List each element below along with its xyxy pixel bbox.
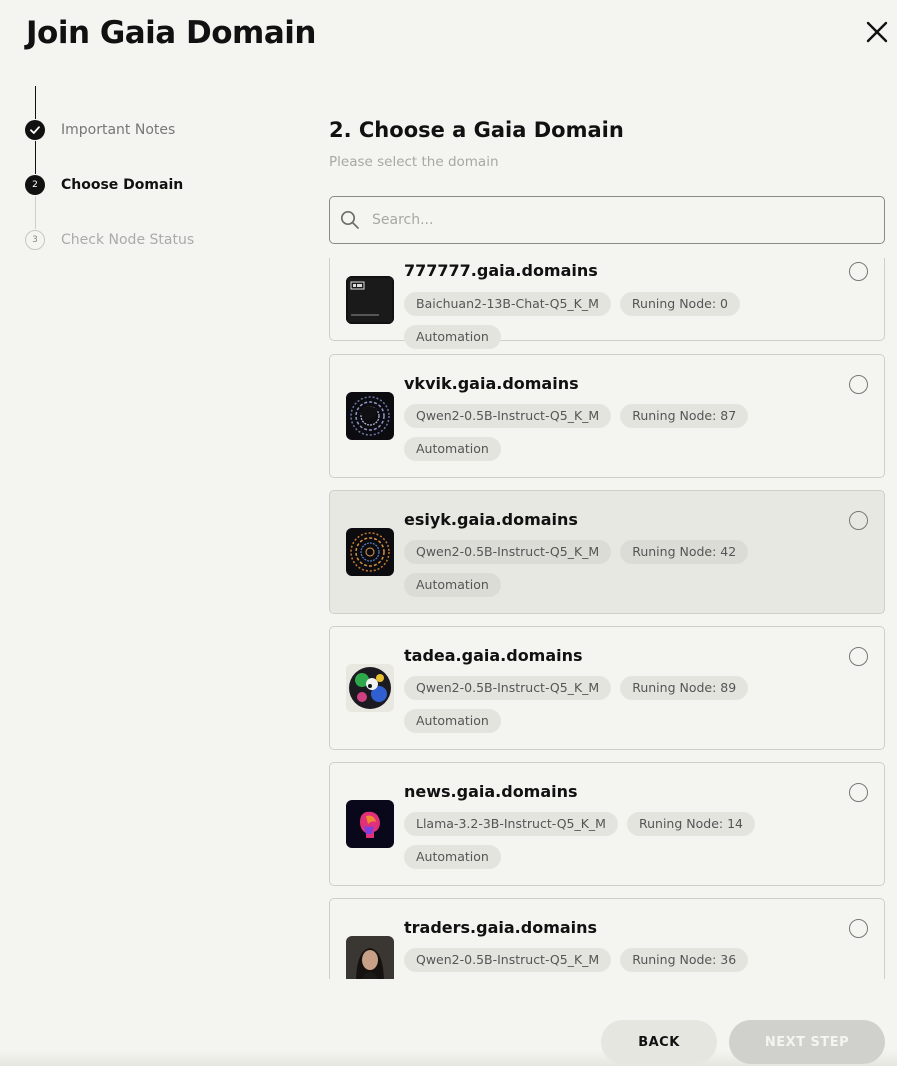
step-number: 3 bbox=[25, 230, 45, 250]
type-tag: Automation bbox=[404, 437, 501, 461]
node-count-tag: Runing Node: 0 bbox=[619, 292, 740, 316]
node-count-tag: Runing Node: 36 bbox=[620, 948, 749, 972]
domain-avatar bbox=[346, 528, 394, 576]
domain-radio[interactable] bbox=[849, 919, 868, 938]
domain-avatar bbox=[346, 664, 394, 712]
domain-name: esiyk.gaia.domains bbox=[404, 510, 578, 529]
domain-tags: Qwen2-0.5B-Instruct-Q5_K_M Runing Node: … bbox=[404, 540, 844, 597]
domain-tags: Qwen2-0.5B-Instruct-Q5_K_M Runing Node: … bbox=[404, 676, 844, 733]
step-choose-domain[interactable]: 2 Choose Domain bbox=[25, 174, 183, 196]
domain-avatar bbox=[346, 276, 394, 324]
back-button[interactable]: BACK bbox=[601, 1020, 717, 1064]
node-count-tag: Runing Node: 42 bbox=[620, 540, 749, 564]
node-count-tag: Runing Node: 89 bbox=[620, 676, 749, 700]
check-icon bbox=[25, 120, 45, 140]
node-count-tag: Runing Node: 87 bbox=[620, 404, 749, 428]
domain-name: vkvik.gaia.domains bbox=[404, 374, 579, 393]
model-tag: Llama-3.2-3B-Instruct-Q5_K_M bbox=[404, 812, 618, 836]
model-tag: Qwen2-0.5B-Instruct-Q5_K_M bbox=[404, 540, 612, 564]
domain-card-777777[interactable]: 777777.gaia.domains Baichuan2-13B-Chat-Q… bbox=[329, 258, 885, 349]
close-icon bbox=[866, 21, 888, 43]
domain-avatar bbox=[346, 392, 394, 440]
step-connector bbox=[35, 196, 36, 229]
search-box[interactable] bbox=[329, 196, 885, 244]
domain-avatar bbox=[346, 936, 394, 979]
step-number: 2 bbox=[25, 175, 45, 195]
domain-name: traders.gaia.domains bbox=[404, 918, 598, 937]
domain-card-tadea[interactable]: tadea.gaia.domains Qwen2-0.5B-Instruct-Q… bbox=[329, 626, 885, 750]
section-subtitle: Please select the domain bbox=[329, 154, 499, 170]
domain-name: news.gaia.domains bbox=[404, 782, 578, 801]
domain-radio[interactable] bbox=[849, 262, 868, 281]
domain-card-esiyk[interactable]: esiyk.gaia.domains Qwen2-0.5B-Instruct-Q… bbox=[329, 490, 885, 614]
type-tag: Automation bbox=[404, 845, 501, 869]
step-connector bbox=[35, 86, 36, 119]
domain-card-traders[interactable]: traders.gaia.domains Qwen2-0.5B-Instruct… bbox=[329, 898, 885, 979]
domain-card-news[interactable]: news.gaia.domains Llama-3.2-3B-Instruct-… bbox=[329, 762, 885, 886]
step-label: Important Notes bbox=[61, 122, 176, 138]
next-step-button[interactable]: NEXT STEP bbox=[729, 1020, 885, 1064]
search-input[interactable] bbox=[370, 211, 850, 229]
close-button[interactable] bbox=[864, 19, 890, 45]
domain-radio[interactable] bbox=[849, 647, 868, 666]
step-connector bbox=[35, 141, 36, 174]
domain-tags: Qwen2-0.5B-Instruct-Q5_K_M Runing Node: … bbox=[404, 948, 844, 979]
step-label: Choose Domain bbox=[61, 177, 184, 193]
type-tag: Automation bbox=[404, 573, 501, 597]
type-tag: Automation bbox=[404, 709, 501, 733]
domain-list[interactable]: 777777.gaia.domains Baichuan2-13B-Chat-Q… bbox=[329, 258, 885, 979]
node-count-tag: Runing Node: 14 bbox=[626, 812, 755, 836]
step-label: Check Node Status bbox=[61, 232, 195, 248]
domain-avatar bbox=[346, 800, 394, 848]
step-important-notes[interactable]: Important Notes bbox=[25, 119, 175, 141]
domain-tags: Llama-3.2-3B-Instruct-Q5_K_M Runing Node… bbox=[404, 812, 844, 869]
domain-name: 777777.gaia.domains bbox=[404, 261, 598, 280]
step-check-node-status: 3 Check Node Status bbox=[25, 229, 194, 251]
domain-radio[interactable] bbox=[849, 783, 868, 802]
section-title: 2. Choose a Gaia Domain bbox=[329, 118, 624, 142]
type-tag: Automation bbox=[404, 325, 501, 349]
model-tag: Baichuan2-13B-Chat-Q5_K_M bbox=[404, 292, 611, 316]
search-icon bbox=[340, 210, 359, 229]
domain-name: tadea.gaia.domains bbox=[404, 646, 583, 665]
stepper: Important Notes 2 Choose Domain 3 Check … bbox=[0, 0, 300, 300]
domain-radio[interactable] bbox=[849, 511, 868, 530]
model-tag: Qwen2-0.5B-Instruct-Q5_K_M bbox=[404, 404, 612, 428]
domain-tags: Baichuan2-13B-Chat-Q5_K_M Runing Node: 0… bbox=[404, 292, 844, 349]
model-tag: Qwen2-0.5B-Instruct-Q5_K_M bbox=[404, 948, 612, 972]
domain-card-vkvik[interactable]: vkvik.gaia.domains Qwen2-0.5B-Instruct-Q… bbox=[329, 354, 885, 478]
domain-radio[interactable] bbox=[849, 375, 868, 394]
model-tag: Qwen2-0.5B-Instruct-Q5_K_M bbox=[404, 676, 612, 700]
domain-tags: Qwen2-0.5B-Instruct-Q5_K_M Runing Node: … bbox=[404, 404, 844, 461]
